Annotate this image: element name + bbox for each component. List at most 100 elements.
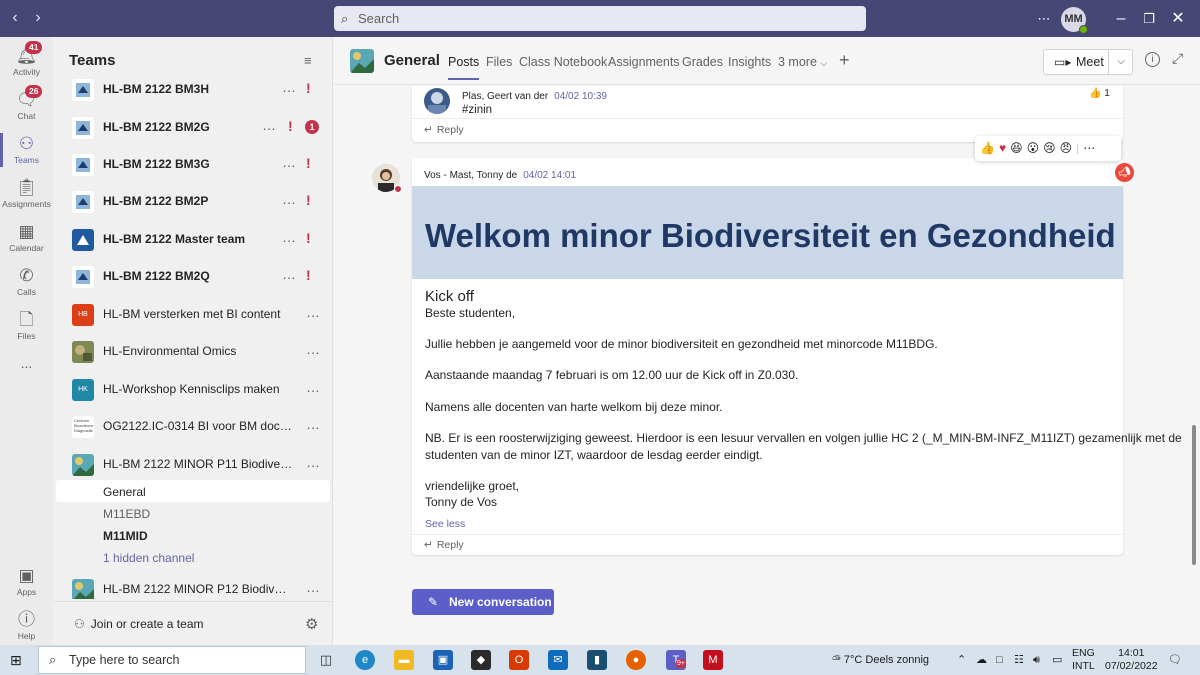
more-options-icon[interactable]: ⋯ [1083,141,1095,155]
mail-icon[interactable]: ✉ [548,650,568,670]
notifications-icon[interactable]: 🗨︎ [1168,645,1182,675]
avatar[interactable]: MM [1061,7,1088,34]
task-view-icon[interactable]: ◫ [316,650,336,670]
more-icon[interactable]: … [282,229,297,245]
rail-label: Help [17,631,36,641]
team-item[interactable]: HL-BM 2122 Master team … ! [53,225,333,255]
surprised-reaction-icon[interactable]: 😮 [1027,141,1040,155]
team-item[interactable]: HL-BM 2122 BM3H … ! [53,75,333,105]
expand-icon[interactable]: ⤢ [1172,50,1183,67]
store-icon[interactable]: ▣ [433,650,453,670]
more-icon[interactable]: … [262,117,277,133]
bookmark-app-icon[interactable]: ▮ [587,650,607,670]
hidden-channels-link[interactable]: 1 hidden channel [103,551,194,565]
team-logo [72,454,94,476]
gear-icon[interactable]: ⚙ [305,615,318,633]
reply-button[interactable]: ↵ Reply [424,124,464,136]
network-icon[interactable]: □ [996,645,1003,675]
file-explorer-icon[interactable]: ▬ [394,650,414,670]
mcafee-icon[interactable]: M [703,650,723,670]
tab-more[interactable]: 3 more ⌵ [778,55,827,69]
add-tab-icon[interactable]: + [839,50,850,71]
forward-icon[interactable]: › [28,8,48,28]
more-icon[interactable]: … [282,154,297,170]
windows-start-icon[interactable]: ⊞ [10,652,22,669]
like-reaction[interactable]: 👍 1 [1089,88,1110,99]
more-icon[interactable]: … [282,191,297,207]
search-input[interactable]: ⌕ Search [334,6,866,31]
team-item[interactable]: HL-Environmental Omics … [53,337,333,367]
team-item[interactable]: HL-BM 2122 BM3G … ! [53,150,333,180]
speaker-icon[interactable]: 🔊︎ [1033,645,1040,675]
more-icon[interactable]: … [306,304,321,320]
heart-reaction-icon[interactable]: ♥ [999,141,1006,155]
rail-more-icon[interactable]: ... [0,355,53,371]
more-icon[interactable]: … [306,454,321,470]
more-icon[interactable]: … [306,341,321,357]
angry-reaction-icon[interactable]: 😠 [1060,141,1073,155]
filter-icon[interactable]: ≡ [304,53,312,68]
tab-grades[interactable]: Grades [682,55,723,69]
rail-apps[interactable]: ▣ Apps [0,565,53,597]
see-less-link[interactable]: See less [425,518,465,530]
language-indicator[interactable]: ENG INTL [1072,647,1095,673]
battery-icon[interactable]: ▭ [1052,645,1062,675]
team-item[interactable]: HB HL-BM versterken met BI content … [53,300,333,330]
teams-taskbar-icon[interactable]: T9+ [666,650,686,670]
tab-assignments[interactable]: Assignments [608,55,680,69]
channel-m11mid[interactable]: M11MID [103,529,148,543]
team-item[interactable]: HL-BM 2122 BM2P … ! [53,187,333,217]
minimize-icon[interactable]: – [1106,0,1136,37]
rail-files[interactable]: 🗋 Files [0,309,53,341]
rail-calendar[interactable]: ▦ Calendar [0,221,53,253]
rail-help[interactable]: ⓘ Help [0,609,53,641]
team-item[interactable]: HL-BM 2122 MINOR P11 Biodiversite... … [53,450,333,480]
team-logo [72,154,94,176]
more-icon[interactable]: … [306,379,321,395]
office-icon[interactable]: O [509,650,529,670]
team-name: HL-Environmental Omics [103,344,237,358]
team-item[interactable]: HL-BM 2122 MINOR P12 Biodiversite... … [53,575,333,599]
cloud-icon[interactable]: ☁ [976,645,987,675]
team-item[interactable]: HK HL-Workshop Kennisclips maken … [53,375,333,405]
tab-posts[interactable]: Posts [448,55,480,80]
weather-widget[interactable]: ⛅︎ 7°C Deels zonnig [832,645,929,675]
team-item[interactable]: HL-BM 2122 BM2Q … ! [53,262,333,292]
wifi-icon[interactable]: ☷ [1014,645,1024,675]
rail-chat[interactable]: 🗨︎ 26 Chat [0,85,53,121]
more-icon[interactable]: … [306,579,321,595]
new-conversation-button[interactable]: ✎ New conversation [412,589,554,615]
channel-m11ebd[interactable]: M11EBD [103,507,150,521]
tab-insights[interactable]: Insights [728,55,771,69]
more-options-icon[interactable]: ⋯ [1029,0,1059,37]
like-reaction-icon[interactable]: 👍 [980,141,995,155]
team-item[interactable]: Centrum Bioscience Diagnostik OG2122.IC-… [53,412,333,442]
edge-browser-icon[interactable]: e [355,650,375,670]
channel-general[interactable]: General [103,485,146,499]
tray-chevron-up-icon[interactable]: ⌃ [957,645,966,675]
team-item[interactable]: HL-BM 2122 BM2G … ! 1 [53,113,333,143]
dropbox-icon[interactable]: ◆ [471,650,491,670]
more-icon[interactable]: … [282,79,297,95]
laugh-reaction-icon[interactable]: 😆 [1010,141,1023,155]
restore-icon[interactable]: ❐ [1134,0,1164,37]
info-icon[interactable]: i [1145,52,1160,67]
tab-class-notebook[interactable]: Class Notebook [519,55,607,69]
taskbar-search-input[interactable]: ⌕ Type here to search [38,646,306,674]
scrollbar-thumb[interactable] [1192,425,1196,565]
back-icon[interactable]: ‹ [5,8,25,28]
rail-assignments[interactable]: 📋︎ Assignments [0,177,53,209]
more-icon[interactable]: … [282,266,297,282]
rail-teams[interactable]: ⚇ Teams [0,133,53,167]
rail-calls[interactable]: ✆ Calls [0,265,53,297]
firefox-icon[interactable]: ● [626,650,646,670]
join-create-team-button[interactable]: ⚇ Join or create a team [74,617,204,631]
reply-button[interactable]: ↵ Reply [424,539,464,551]
clock[interactable]: 14:01 07/02/2022 [1105,647,1158,673]
sad-reaction-icon[interactable]: 😢 [1043,141,1056,155]
tab-files[interactable]: Files [486,55,512,69]
more-icon[interactable]: … [306,416,321,432]
meet-dropdown-chevron-icon[interactable]: ⌵ [1108,49,1133,75]
close-icon[interactable]: ✕ [1163,0,1193,37]
rail-activity[interactable]: 🔔︎ 41 Activity [0,41,53,77]
